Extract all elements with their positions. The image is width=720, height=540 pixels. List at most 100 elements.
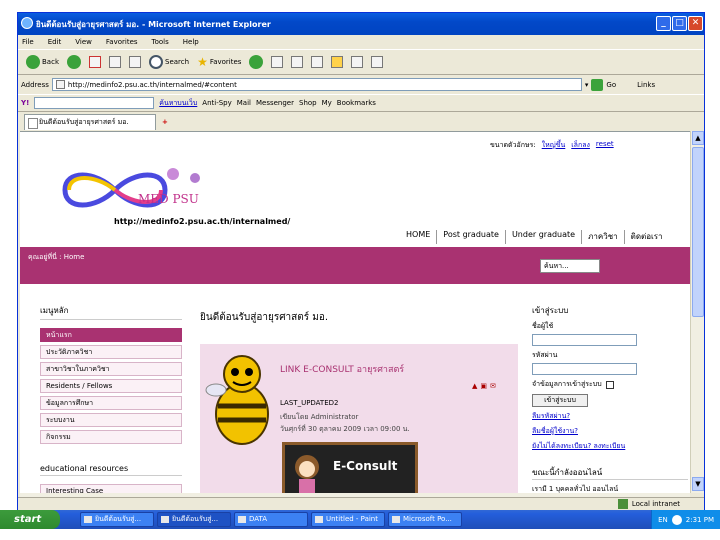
menu-tools[interactable]: Tools [152, 38, 169, 46]
register-link[interactable]: ยังไม่ได้ลงทะเบียน? ลงทะเบียน [532, 442, 625, 450]
yahoo-antispy[interactable]: Anti-Spy [202, 99, 231, 107]
font-bigger-link[interactable]: ใหญ่ขึ้น [542, 140, 566, 151]
email-icon[interactable]: ✉ [490, 382, 496, 390]
edit-button[interactable] [309, 52, 325, 72]
back-arrow-icon [26, 55, 40, 69]
yahoo-messenger[interactable]: Messenger [256, 99, 294, 107]
links-button[interactable]: Links [637, 81, 655, 89]
menu-item-divisions[interactable]: สาขาวิชาในภาควิชา [40, 362, 182, 376]
history-button[interactable] [247, 52, 265, 72]
remember-checkbox[interactable] [605, 380, 614, 389]
taskbar: start ยินดีต้อนรับสู่... ยินดีต้อนรับสู่… [0, 510, 720, 529]
address-dropdown[interactable]: ▾ [585, 81, 589, 89]
print-article-icon[interactable]: ▣ [480, 382, 487, 390]
econsult-banner[interactable]: E-Consult [282, 442, 418, 493]
password-input[interactable] [532, 363, 637, 375]
yahoo-logo[interactable]: Y! [21, 99, 29, 107]
remember-row: จำข้อมูลการเข้าสู่ระบบ [532, 379, 688, 390]
star-icon: ★ [197, 55, 208, 69]
yahoo-my[interactable]: My [322, 99, 332, 107]
stop-icon [89, 56, 101, 68]
task-powerpoint[interactable]: Microsoft Po... [388, 512, 462, 527]
last-updated: LAST_UPDATED2 [280, 399, 339, 407]
back-button[interactable]: Back [24, 52, 61, 72]
font-size-controls: ขนาดตัวอักษร: ใหญ่ขึ้น เล็กลง reset [490, 140, 614, 151]
task-ie-2[interactable]: ยินดีต้อนรับสู่... [157, 512, 231, 527]
username-label: ชื่อผู้ใช้ [532, 322, 554, 330]
scroll-thumb[interactable] [692, 147, 704, 317]
menu-item-interesting-case[interactable]: Interesting Case [40, 484, 182, 493]
yahoo-shop[interactable]: Shop [299, 99, 317, 107]
favorites-button[interactable]: ★ Favorites [195, 52, 243, 72]
intranet-icon [617, 499, 628, 509]
breadcrumb-home[interactable]: Home [64, 253, 85, 261]
menu-item-education[interactable]: ข้อมูลการศึกษา [40, 396, 182, 410]
login-panel: เข้าสู่ระบบ ชื่อผู้ใช้ รหัสผ่าน จำข้อมูล… [532, 304, 688, 493]
yahoo-search-input[interactable] [34, 97, 155, 109]
close-button[interactable]: ✕ [688, 16, 703, 31]
forgot-password-link[interactable]: ลืมรหัสผ่าน? [532, 412, 570, 420]
task-data-folder[interactable]: DATA [234, 512, 308, 527]
nav-post-graduate[interactable]: Post graduate [436, 230, 505, 244]
nav-department[interactable]: ภาควิชา [581, 230, 624, 244]
login-button[interactable]: เข้าสู่ระบบ [532, 394, 588, 407]
nav-home[interactable]: HOME [400, 230, 436, 244]
menu-edit[interactable]: Edit [48, 38, 62, 46]
forgot-username-link[interactable]: ลืมชื่อผู้ใช้งาน? [532, 427, 578, 435]
nav-contact[interactable]: ติดต่อเรา [623, 230, 669, 244]
mail-button[interactable] [269, 52, 285, 72]
language-indicator[interactable]: EN [658, 516, 668, 524]
new-tab-button[interactable]: + [162, 118, 168, 126]
research-icon [351, 56, 364, 68]
edit-icon [311, 56, 324, 68]
task-paint[interactable]: Untitled - Paint [311, 512, 385, 527]
history-icon [249, 55, 264, 69]
pdf-icon[interactable]: ▲ [472, 382, 477, 390]
start-button[interactable]: start [0, 510, 60, 529]
article-date: วันศุกร์ที่ 30 ตุลาคม 2009 เวลา 09:00 น. [280, 425, 410, 433]
article-title[interactable]: LINK E-CONSULT อายุรศาสตร์ [280, 362, 404, 376]
online-title: ขณะนี้กำลังออนไลน์ [532, 466, 688, 480]
yahoo-mail[interactable]: Mail [237, 99, 251, 107]
research-button[interactable] [349, 52, 365, 72]
menu-item-systems[interactable]: ระบบงาน [40, 413, 182, 427]
scroll-up-icon[interactable]: ▲ [692, 131, 704, 145]
menu-item-residents[interactable]: Residents / Fellows [40, 379, 182, 393]
username-input[interactable] [532, 334, 637, 346]
nav-under-graduate[interactable]: Under graduate [504, 230, 581, 244]
maximize-button[interactable]: □ [672, 16, 687, 31]
go-arrow-icon[interactable] [591, 78, 604, 91]
address-input[interactable]: http://medinfo2.psu.ac.th/internalmed/#c… [51, 78, 582, 91]
refresh-button[interactable] [107, 52, 123, 72]
menu-item-history[interactable]: ประวัติภาควิชา [40, 345, 182, 359]
econsult-label: E-Consult [333, 459, 398, 473]
tray-icon[interactable] [671, 514, 682, 525]
print-button[interactable] [289, 52, 305, 72]
menu-item-activities[interactable]: กิจกรรม [40, 430, 182, 444]
menu-view[interactable]: View [75, 38, 92, 46]
home-button[interactable] [127, 52, 143, 72]
task-ie-1[interactable]: ยินดีต้อนรับสู่... [80, 512, 154, 527]
discuss-button[interactable] [329, 52, 345, 72]
yahoo-search-button[interactable]: ค้นหาบนเว็บ [159, 98, 197, 109]
yahoo-bookmarks[interactable]: Bookmarks [337, 99, 376, 107]
standard-toolbar: Back Search ★ Favorites [18, 49, 704, 75]
site-search-input[interactable]: ค้นหา... [540, 259, 600, 273]
tab-active[interactable]: ยินดีต้อนรับสู่อายุรศาสตร์ มอ. [24, 113, 156, 130]
font-reset-link[interactable]: reset [596, 140, 614, 151]
search-button[interactable]: Search [147, 52, 191, 72]
article-tools: ▲ ▣ ✉ [472, 382, 496, 390]
menu-file[interactable]: File [22, 38, 34, 46]
scroll-down-icon[interactable]: ▼ [692, 477, 704, 491]
stop-button[interactable] [87, 52, 103, 72]
font-smaller-link[interactable]: เล็กลง [571, 140, 590, 151]
vertical-scrollbar[interactable]: ▲ ▼ [690, 131, 704, 493]
minimize-button[interactable]: _ [656, 16, 671, 31]
menu-help[interactable]: Help [183, 38, 199, 46]
menu-favorites[interactable]: Favorites [106, 38, 138, 46]
go-button[interactable]: Go [606, 81, 616, 89]
forward-button[interactable] [65, 52, 83, 72]
status-zone: Local intranet [631, 500, 680, 508]
menu-item-home[interactable]: หน้าแรก [40, 328, 182, 342]
messenger-button[interactable] [369, 52, 385, 72]
